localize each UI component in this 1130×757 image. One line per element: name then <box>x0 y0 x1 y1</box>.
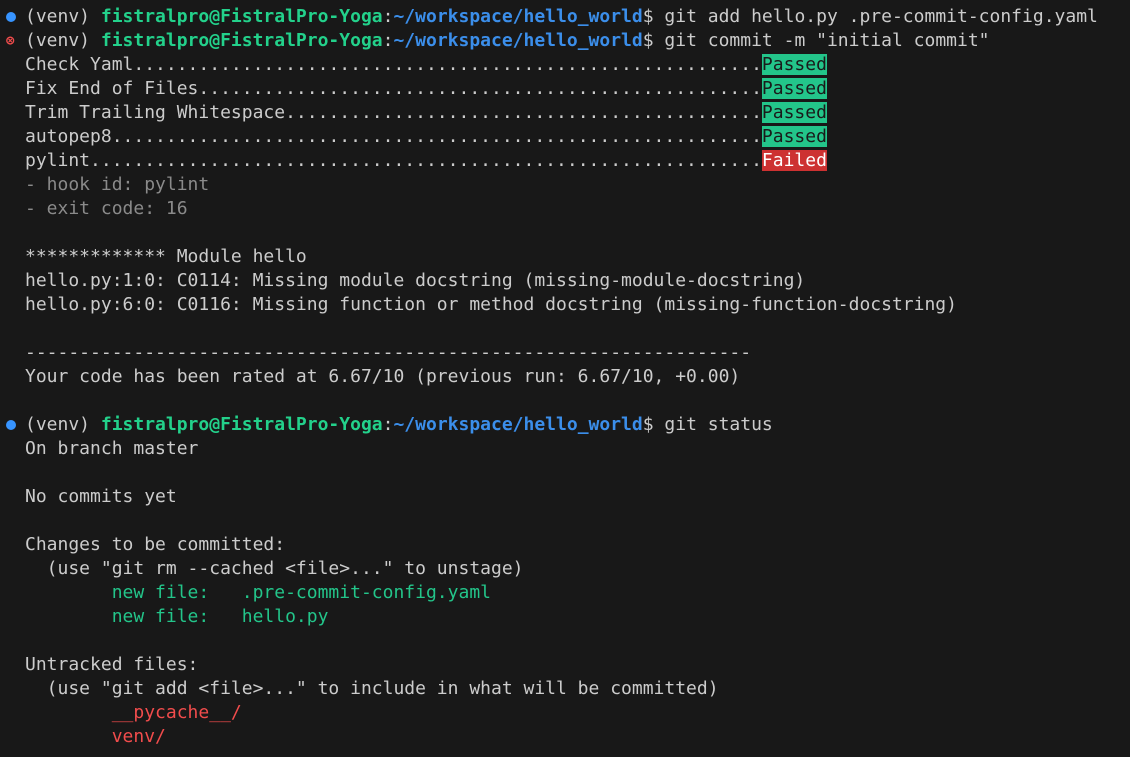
command-error-decoration-icon[interactable]: ⊗ <box>6 29 18 53</box>
prompt-dollar: $ <box>642 414 654 435</box>
prompt-path: ~/workspace/hello_world <box>393 30 643 51</box>
hook-name: Fix End of Files <box>25 78 199 99</box>
pylint-message: hello.py:1:0: C0114: Missing module docs… <box>25 270 806 291</box>
hook-status-badge: Passed <box>761 78 827 99</box>
command-text: git status <box>653 414 773 435</box>
prompt-line-status: (venv) fistralpro@FistralPro-Yoga:~/work… <box>25 413 773 437</box>
hook-status-badge: Failed <box>761 150 827 171</box>
command-text: git commit -m "initial commit" <box>653 30 990 51</box>
hook-result-line: pylint..................................… <box>25 149 827 173</box>
pylint-rating: Your code has been rated at 6.67/10 (pre… <box>25 366 741 387</box>
prompt-user-host: fistralpro@FistralPro-Yoga <box>100 6 383 27</box>
command-text: git add hello.py .pre-commit-config.yaml <box>653 6 1098 27</box>
staged-file: new file: hello.py <box>25 606 329 627</box>
prompt-colon: : <box>382 30 394 51</box>
hook-result-line: autopep8................................… <box>25 125 827 149</box>
hook-result-line: Fix End of Files........................… <box>25 77 827 101</box>
hook-dots: ........................................… <box>285 102 762 123</box>
prompt-path: ~/workspace/hello_world <box>393 414 643 435</box>
hook-status-badge: Passed <box>761 126 827 147</box>
untracked-file: __pycache__/ <box>25 702 242 723</box>
no-commits-text: No commits yet <box>25 486 177 507</box>
prompt-user-host: fistralpro@FistralPro-Yoga <box>100 414 383 435</box>
pylint-separator: ----------------------------------------… <box>25 342 752 363</box>
hook-name: Trim Trailing Whitespace <box>25 102 286 123</box>
hook-dots: ........................................… <box>198 78 762 99</box>
prompt-venv: (venv) <box>25 6 101 27</box>
branch-text: On branch master <box>25 438 199 459</box>
prompt-dollar: $ <box>642 6 654 27</box>
prompt-user-host: fistralpro@FistralPro-Yoga <box>100 30 383 51</box>
hook-result-line: Check Yaml..............................… <box>25 53 827 77</box>
hook-result-line: Trim Trailing Whitespace................… <box>25 101 827 125</box>
untracked-header: Untracked files: <box>25 654 199 675</box>
hook-id-text: - hook id: pylint <box>25 174 210 195</box>
prompt-venv: (venv) <box>25 414 101 435</box>
prompt-line-add: (venv) fistralpro@FistralPro-Yoga:~/work… <box>25 5 1098 29</box>
hook-status-badge: Passed <box>761 54 827 75</box>
exit-code-text: - exit code: 16 <box>25 198 188 219</box>
staged-file: new file: .pre-commit-config.yaml <box>25 582 491 603</box>
hook-name: pylint <box>25 150 91 171</box>
pylint-message: hello.py:6:0: C0116: Missing function or… <box>25 294 957 315</box>
prompt-path: ~/workspace/hello_world <box>393 6 643 27</box>
command-success-decoration-icon[interactable] <box>6 5 18 29</box>
terminal[interactable]: (venv) fistralpro@FistralPro-Yoga:~/work… <box>0 0 1130 757</box>
prompt-dollar: $ <box>642 30 654 51</box>
command-success-decoration-icon[interactable] <box>6 413 18 437</box>
untracked-file: venv/ <box>25 726 166 747</box>
prompt-colon: : <box>382 6 394 27</box>
prompt-venv: (venv) <box>25 30 101 51</box>
hook-dots: ........................................… <box>90 150 762 171</box>
changes-hint: (use "git rm --cached <file>..." to unst… <box>25 558 524 579</box>
prompt-colon: : <box>382 414 394 435</box>
untracked-hint: (use "git add <file>..." to include in w… <box>25 678 719 699</box>
hook-dots: ........................................… <box>111 126 762 147</box>
changes-header: Changes to be committed: <box>25 534 286 555</box>
prompt-line-commit: (venv) fistralpro@FistralPro-Yoga:~/work… <box>25 29 990 53</box>
hook-name: autopep8 <box>25 126 112 147</box>
pylint-module-header: ************* Module hello <box>25 246 307 267</box>
hook-name: Check Yaml <box>25 54 134 75</box>
hook-status-badge: Passed <box>761 102 827 123</box>
hook-dots: ........................................… <box>133 54 762 75</box>
